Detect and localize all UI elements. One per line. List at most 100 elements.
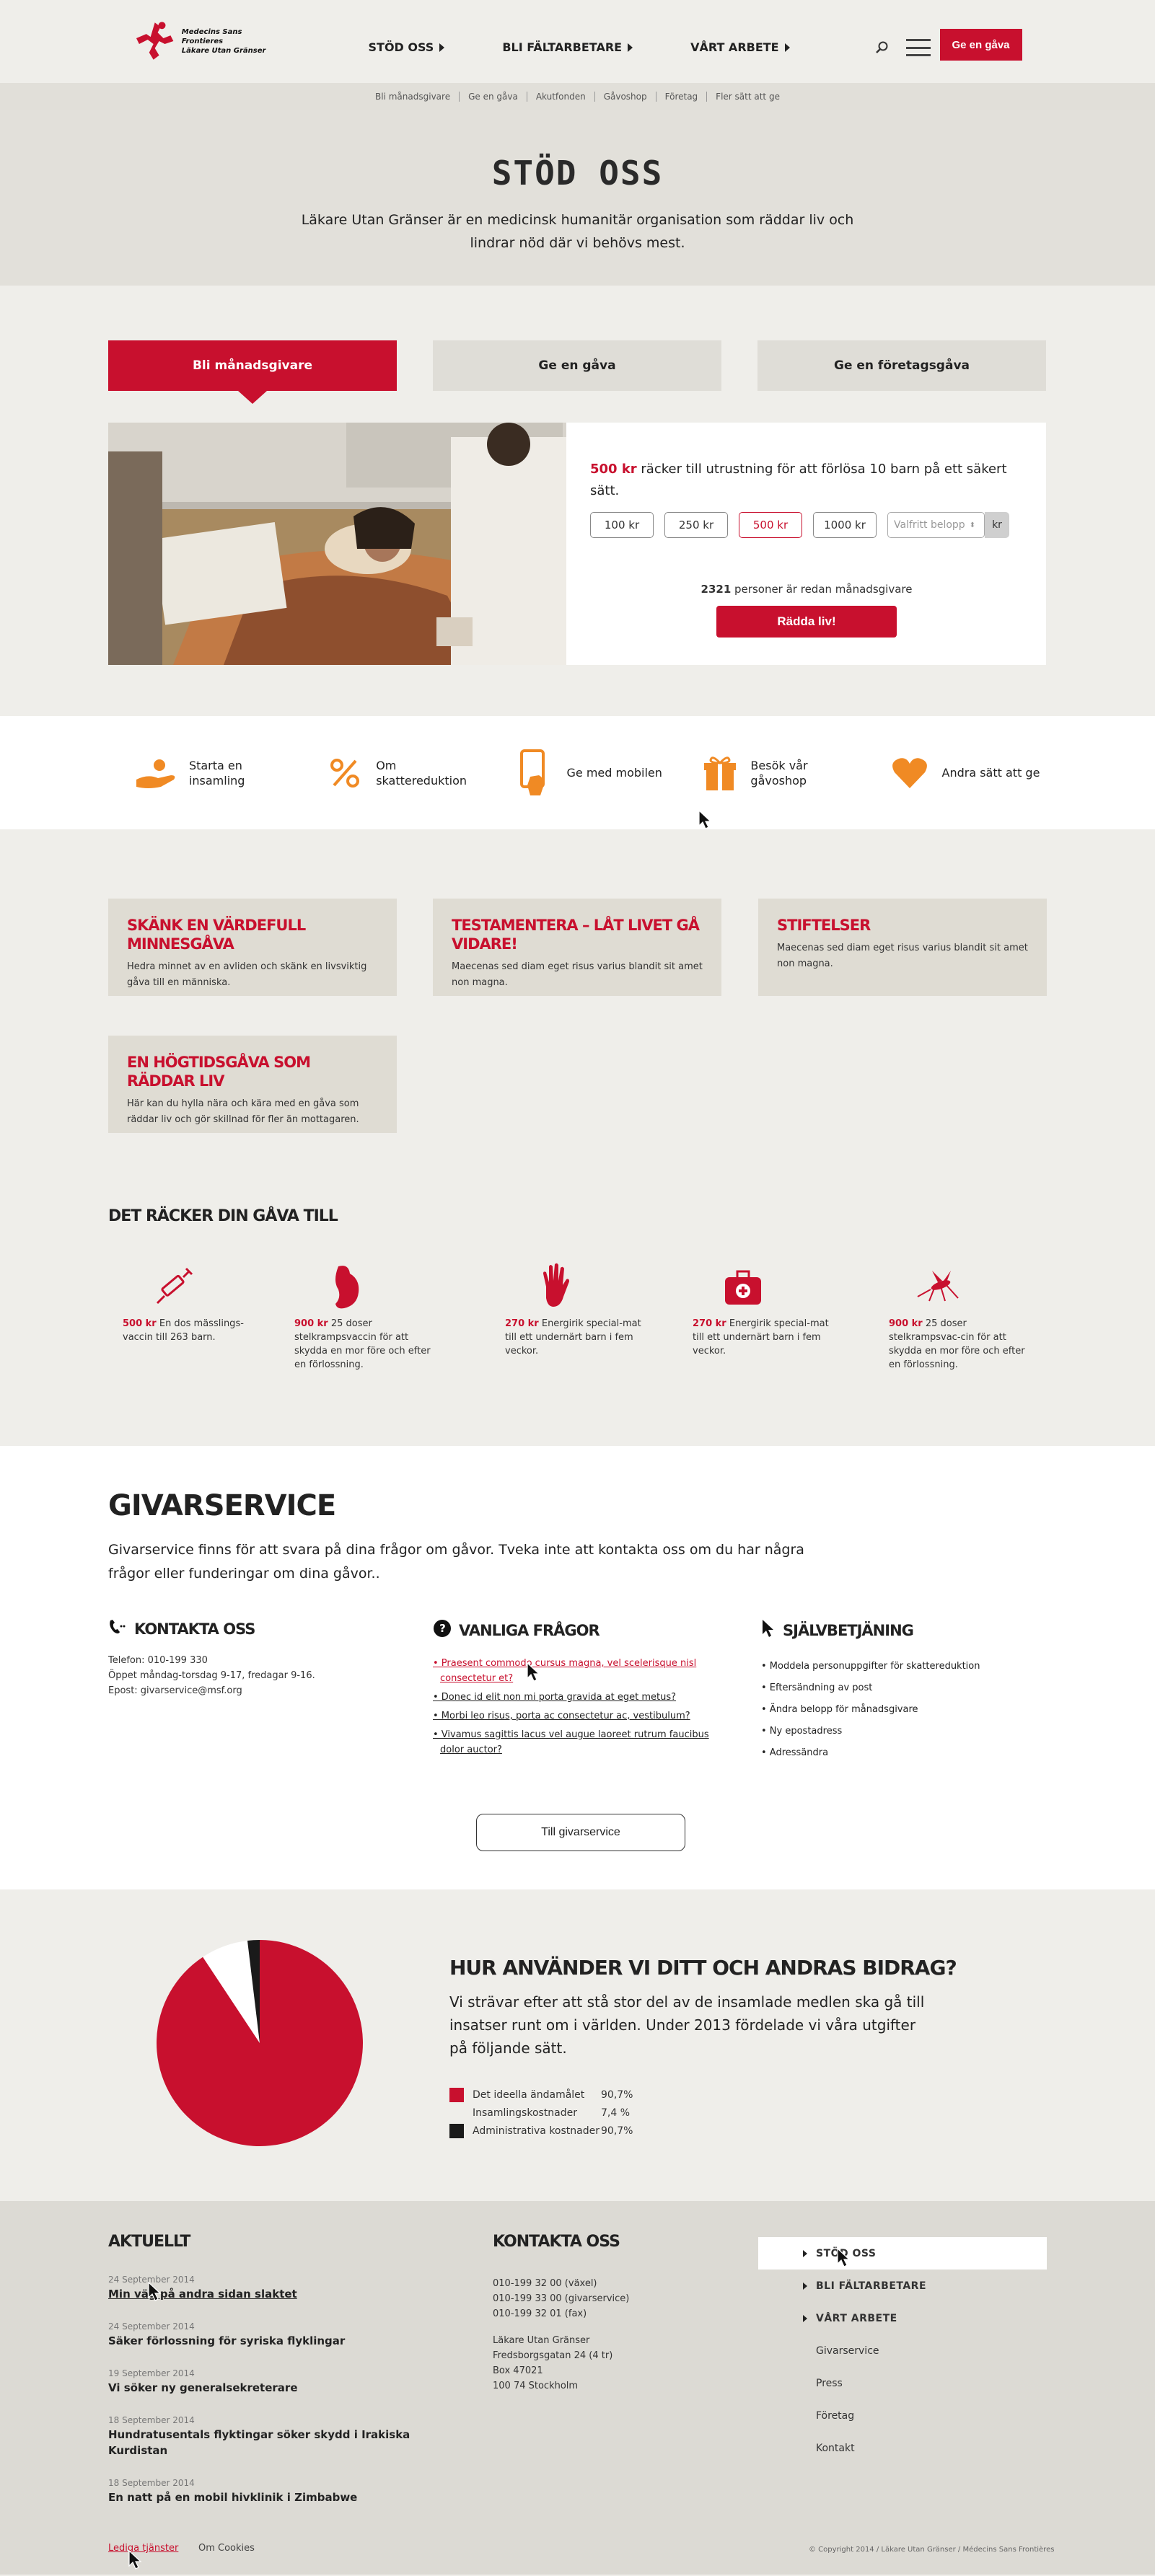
gift-card-text: Maecenas sed diam eget risus varius blan… [777, 943, 1028, 969]
self-service-link[interactable]: • Ändra belopp för månadsgivare [761, 1699, 1050, 1721]
caret-right-icon [803, 2249, 807, 2257]
give-gift-button[interactable]: Ge en gåva [939, 29, 1022, 61]
gift-card-title: EN HÖGTIDSGÅVA SOM RÄDDAR LIV [127, 1054, 311, 1090]
nav-bli-faltarbetare[interactable]: BLI FÄLTARBETARE [502, 40, 633, 54]
way-tax-reduction[interactable]: Om skattereduktion [297, 753, 484, 793]
footer-nav-kontakt[interactable]: Kontakt [758, 2432, 1047, 2464]
gift-effect-text: 900 kr 25 doser stelkrampsvaccin för att… [294, 1317, 431, 1372]
way-mobile[interactable]: Ge med mobilen [484, 749, 672, 795]
subnav-item[interactable]: Gåvoshop [595, 92, 656, 102]
self-service-heading: SJÄLVBETJÄNING [761, 1619, 1050, 1641]
news-title-link[interactable]: Säker förlossning för syriska flyklingar [108, 2333, 411, 2349]
cursor-arrow-icon [761, 1619, 776, 1641]
faq-link[interactable]: • Praesent commodo cursus magna, vel sce… [433, 1656, 721, 1686]
usage-text: Vi strävar efter att stå stor del av de … [449, 1993, 925, 2057]
hamburger-menu-icon[interactable] [905, 39, 931, 56]
gift-effect-amount: 900 kr [889, 1318, 923, 1329]
faq-link[interactable]: • Donec id elit non mi porta gravida at … [433, 1690, 721, 1705]
legend-label: Insamlingskostnader [473, 2107, 578, 2119]
percent-icon [322, 753, 369, 793]
legend-value: 7,4 % [601, 2107, 631, 2119]
nav-vart-arbete[interactable]: VÅRT ARBETE [690, 40, 790, 54]
self-service-link[interactable]: • Ny epostadress [761, 1721, 1050, 1742]
news-item[interactable]: 24 September 2014 Säker förlossning för s… [108, 2320, 411, 2349]
way-other[interactable]: Andra sätt att ge [859, 753, 1047, 793]
gift-effect-amount: 500 kr [123, 1318, 157, 1329]
footer-nav-stod-oss[interactable]: STÖD OSS [758, 2237, 1047, 2270]
way-gift-shop[interactable]: Besök vår gåvoshop [672, 753, 859, 793]
nav-stod-oss[interactable]: STÖD OSS [369, 40, 445, 54]
tab-foretagsgava[interactable]: Ge en företagsgåva [757, 340, 1046, 391]
amount-option-250[interactable]: 250 kr [664, 512, 728, 538]
save-lives-button[interactable]: Rädda liv! [716, 606, 897, 638]
caret-right-icon [803, 2282, 807, 2290]
search-icon[interactable] [875, 40, 890, 55]
legend-label: Det ideella ändamålet [473, 2088, 585, 2101]
subnav-item[interactable]: Fler sätt att ge [707, 92, 789, 102]
self-service-link[interactable]: • Moddela personuppgifter för skatteredu… [761, 1656, 1050, 1677]
faq-link[interactable]: • Morbi leo risus, porta ac consectetur … [433, 1708, 721, 1724]
footer-nav-bli-faltarbetare[interactable]: BLI FÄLTARBETARE [758, 2270, 1047, 2302]
legend-label: Administrativa kostnader [473, 2125, 600, 2137]
footer-nav-givarservice[interactable]: Givarservice [758, 2334, 1047, 2367]
subnav-item[interactable]: Akutfonden [527, 92, 595, 102]
tab-ge-en-gava[interactable]: Ge en gåva [433, 340, 721, 391]
subnav-item[interactable]: Företag [656, 92, 708, 102]
self-service-link[interactable]: • Adressändra [761, 1742, 1050, 1764]
faq-link[interactable]: • Vivamus sagittis lacus vel augue laore… [433, 1727, 721, 1757]
news-date: 18 September 2014 [108, 2478, 195, 2488]
amount-option-1000[interactable]: 1000 kr [813, 512, 877, 538]
news-title-link[interactable]: Hundratusentals flyktingar söker skydd i… [108, 2427, 411, 2458]
msf-running-man-icon [136, 22, 173, 60]
footer-nav-vart-arbete[interactable]: VÅRT ARBETE [758, 2302, 1047, 2334]
footer-nav-foretag[interactable]: Företag [758, 2399, 1047, 2432]
gift-card-foundations[interactable]: STIFTELSER Maecenas sed diam eget risus … [758, 899, 1047, 996]
contact-email[interactable]: Epost: givarservice@msf.org [108, 1683, 397, 1698]
usage-section: HUR ANVÄNDER VI DITT OCH ANDRAS BIDRAG? … [0, 1889, 1155, 2201]
donor-count-text: 2321 personer är redan månadsgivare [590, 583, 1023, 596]
footer-nav-label: VÅRT ARBETE [816, 2312, 897, 2324]
subnav-item[interactable]: Bli månadsgivare [366, 92, 460, 102]
currency-label: kr [985, 512, 1009, 538]
gift-effect-text: 270 kr Energirik special-mat till ett un… [693, 1317, 830, 1358]
self-service-list: • Moddela personuppgifter för skatteredu… [761, 1656, 1050, 1764]
footer-contact: 010-199 32 00 (växel) 010-199 33 00 (giv… [493, 2276, 629, 2394]
footer-nav-press[interactable]: Press [758, 2367, 1047, 2399]
amount-options: 100 kr 250 kr 500 kr 1000 kr Valfritt be… [590, 512, 1023, 538]
msf-logo[interactable]: Medecins Sans Frontieres Läkare Utan Grä… [133, 17, 285, 65]
self-service-link[interactable]: • Eftersändning av post [761, 1677, 1050, 1699]
cookies-link[interactable]: Om Cookies [198, 2543, 255, 2554]
pregnant-icon [316, 1262, 374, 1313]
gift-card-testament[interactable]: TESTAMENTERA – LÅT LIVET GÅ VIDARE! Maec… [433, 899, 721, 996]
to-donor-service-button[interactable]: Till givarservice [476, 1814, 685, 1851]
logo-line-2: Läkare Utan Gränser [181, 46, 266, 55]
hand-giving-icon [134, 753, 182, 793]
news-item[interactable]: 18 September 2014 Hundratusentals flyktin… [108, 2414, 411, 2458]
stepper-arrows-icon[interactable]: ⬍ [970, 521, 975, 529]
amount-option-500[interactable]: 500 kr [739, 512, 802, 538]
way-start-fundraiser[interactable]: Starta en insamling [109, 753, 297, 793]
mosquito-icon [910, 1262, 968, 1313]
news-item[interactable]: 18 September 2014 En natt på en mobil hiv… [108, 2476, 411, 2505]
tab-manadsgivare[interactable]: Bli månadsgivare [108, 340, 397, 404]
news-title-link[interactable]: Vi söker ny generalsekreterare [108, 2380, 411, 2396]
amount-option-100[interactable]: 100 kr [590, 512, 654, 538]
donation-form: 500 kr räcker till utrustning för att fö… [590, 423, 1023, 638]
contact-title: KONTAKTA OSS [134, 1620, 255, 1638]
gift-card-celebration[interactable]: EN HÖGTIDSGÅVA SOM RÄDDAR LIV Här kan du… [108, 1036, 397, 1133]
gift-effect-amount: 270 kr [505, 1318, 539, 1329]
news-title-link[interactable]: En natt på en mobil hivklinik i Zimbabwe [108, 2489, 411, 2505]
subnav-item[interactable]: Ge en gåva [460, 92, 527, 102]
faq-column: ? VANLIGA FRÅGOR • Praesent commodo cursu… [433, 1619, 721, 1761]
news-date: 18 September 2014 [108, 2415, 195, 2425]
footer-contact-line: Box 47021 [493, 2365, 543, 2376]
news-date: 24 September 2014 [108, 2321, 195, 2332]
news-item[interactable]: 19 September 2014 Vi söker ny generalsekr… [108, 2367, 411, 2396]
custom-amount-input[interactable]: Valfritt belopp ⬍ [887, 512, 985, 538]
contact-column: KONTAKTA OSS Telefon: 010-199 330 Öppet … [108, 1619, 397, 1698]
gift-card-memorial[interactable]: SKÄNK EN VÄRDEFULL MINNESGÅVA Hedra minn… [108, 899, 397, 996]
footer-nav: STÖD OSS BLI FÄLTARBETARE VÅRT ARBETE Gi… [758, 2237, 1047, 2464]
gift-effect-text: 270 kr Energirik special-mat till ett un… [505, 1317, 642, 1358]
gift-effect-item: 900 kr 25 doser stelkrampsvaccin för att… [294, 1262, 431, 1372]
usage-title: HUR ANVÄNDER VI DITT OCH ANDRAS BIDRAG? [449, 1956, 957, 1980]
